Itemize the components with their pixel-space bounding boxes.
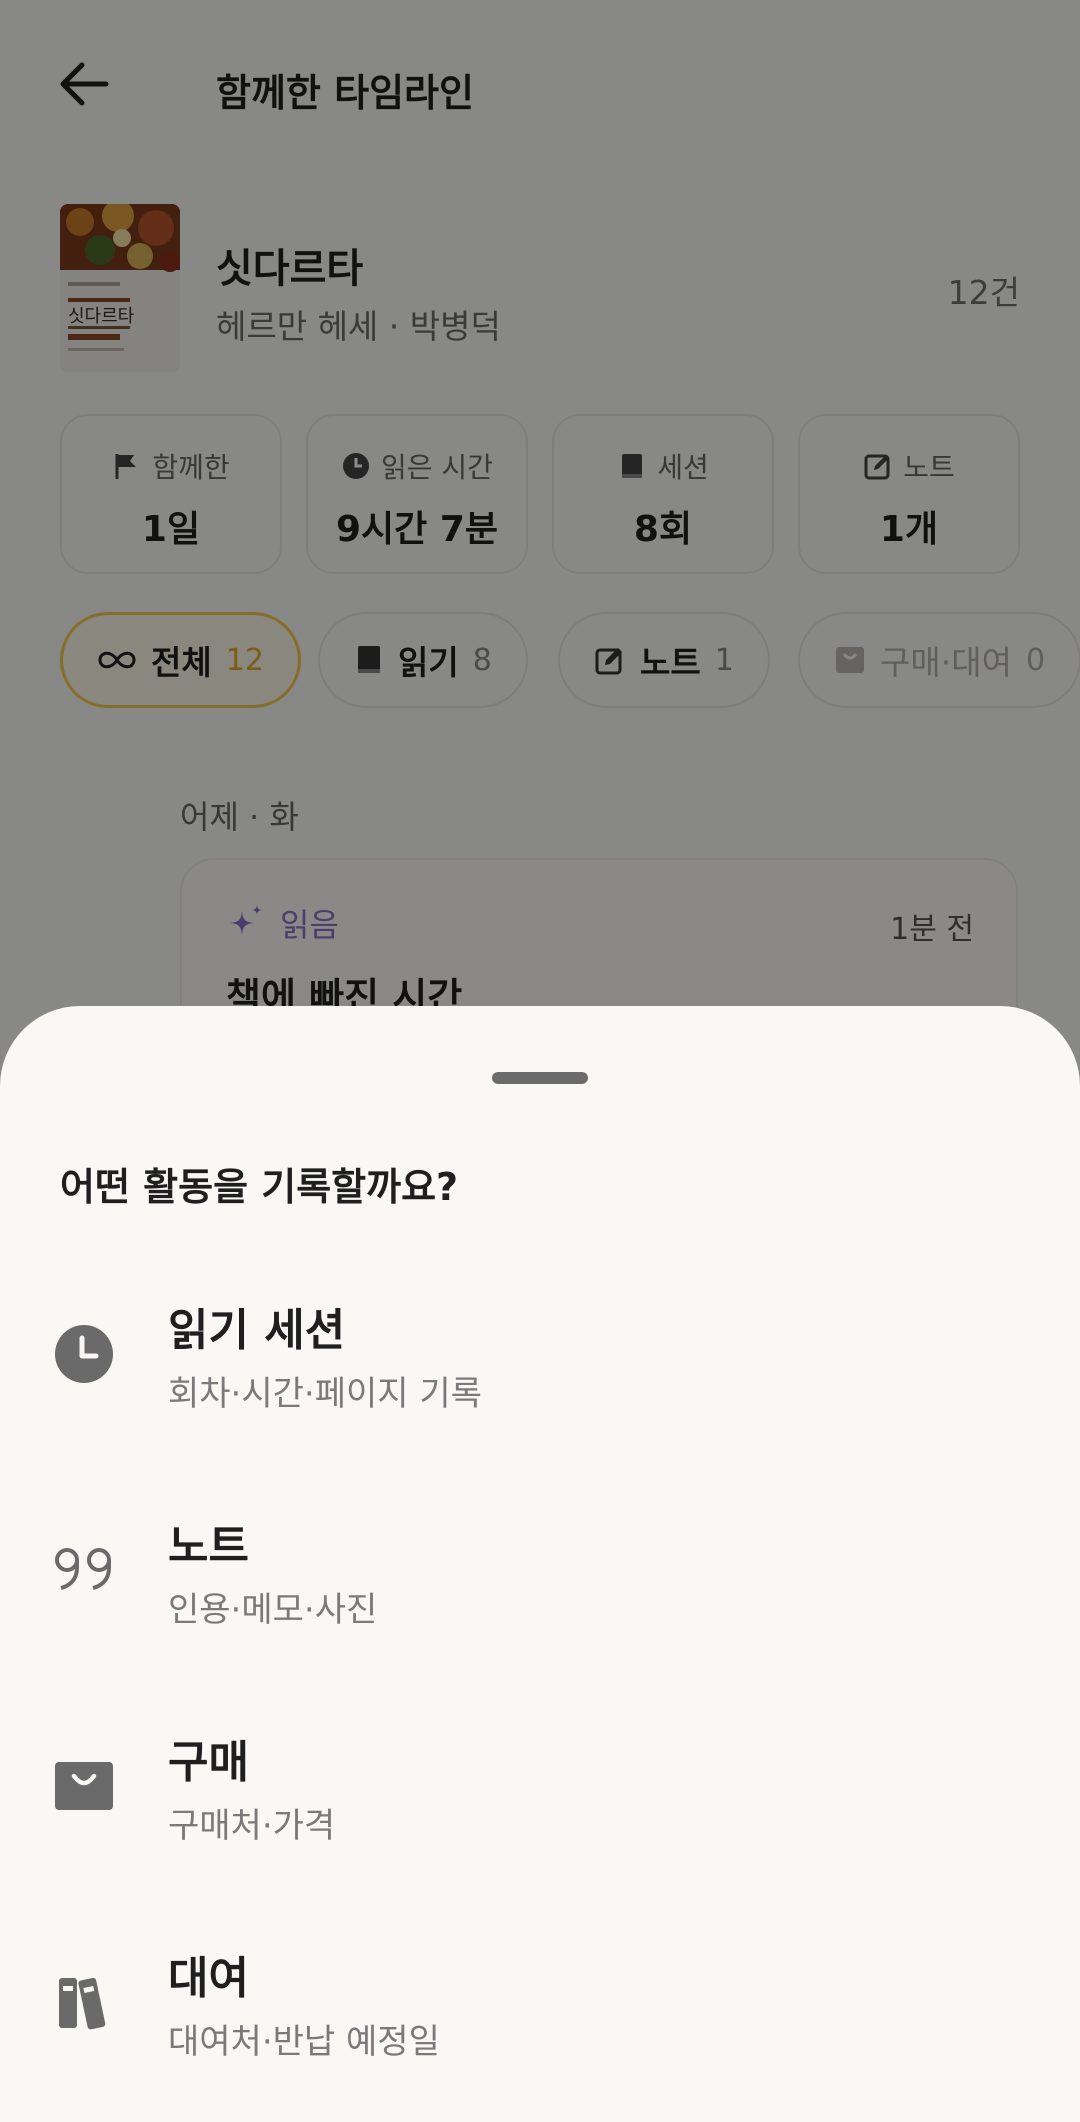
bag-icon bbox=[55, 1762, 113, 1810]
option-desc: 회차·시간·페이지 기록 bbox=[168, 1374, 482, 1414]
clock-icon bbox=[55, 1325, 113, 1383]
option-purchase[interactable]: 구매 구매처·가격 bbox=[0, 1706, 1080, 1876]
quote-icon bbox=[55, 1548, 111, 1590]
option-title: 읽기 세션 bbox=[168, 1305, 346, 1356]
sheet-drag-handle[interactable] bbox=[492, 1072, 588, 1084]
option-desc: 인용·메모·사진 bbox=[168, 1590, 378, 1630]
option-reading-session[interactable]: 읽기 세션 회차·시간·페이지 기록 bbox=[0, 1274, 1080, 1444]
activity-bottom-sheet: 어떤 활동을 기록할까요? 읽기 세션 회차·시간·페이지 기록 노트 인용·메… bbox=[0, 1006, 1080, 2122]
sheet-title: 어떤 활동을 기록할까요? bbox=[60, 1165, 459, 1209]
option-desc: 구매처·가격 bbox=[168, 1806, 336, 1846]
option-desc: 대여처·반납 예정일 bbox=[168, 2022, 440, 2062]
option-title: 구매 bbox=[168, 1737, 249, 1788]
option-rental[interactable]: 대여 대여처·반납 예정일 bbox=[0, 1922, 1080, 2092]
option-title: 노트 bbox=[168, 1521, 249, 1572]
option-title: 대여 bbox=[168, 1953, 249, 2004]
option-note[interactable]: 노트 인용·메모·사진 bbox=[0, 1490, 1080, 1660]
books-icon bbox=[59, 1977, 106, 2030]
